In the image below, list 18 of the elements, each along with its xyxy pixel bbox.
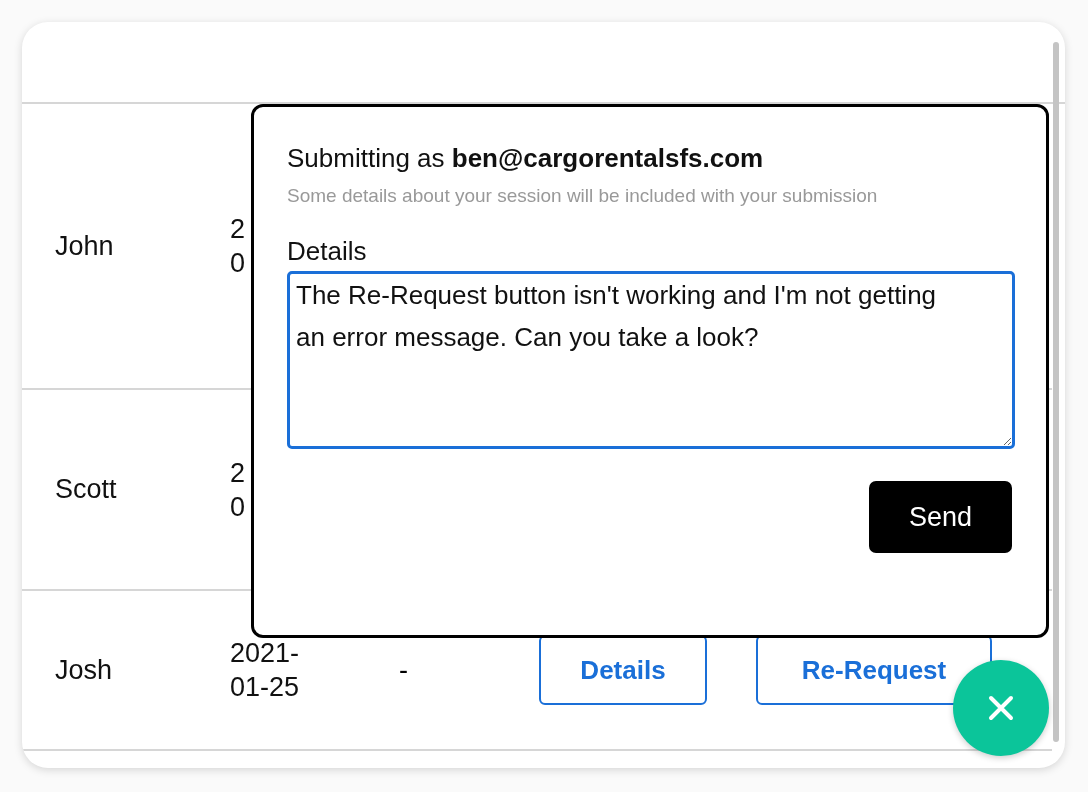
table-cell-text: 2 — [230, 456, 246, 490]
submitting-as-text: Submitting as ben@cargorentalsfs.com — [287, 143, 765, 174]
details-button[interactable]: Details — [539, 635, 707, 705]
table-cell-text: Josh — [54, 654, 114, 686]
table-cell-text: 2021- — [230, 637, 300, 670]
send-button[interactable]: Send — [869, 481, 1012, 553]
table-cell-text: Scott — [54, 474, 118, 505]
close-icon — [988, 695, 1014, 721]
table-cell-text: 0 — [230, 247, 246, 280]
table-cell-text: 01-25 — [230, 671, 300, 704]
session-hint: Some details about your session will be included with your submission — [287, 184, 879, 208]
table-cell-text: John — [54, 230, 115, 262]
table-cell-text: - — [399, 654, 409, 686]
details-label: Details — [287, 236, 368, 267]
table-cell-text: 0 — [230, 490, 246, 524]
scrollbar[interactable] — [1053, 42, 1059, 742]
table-cell-text: 2 — [230, 213, 246, 246]
details-field[interactable]: The Re-Request button isn't working and I'm not getting an error message. Can you take a look? — [287, 271, 1015, 449]
